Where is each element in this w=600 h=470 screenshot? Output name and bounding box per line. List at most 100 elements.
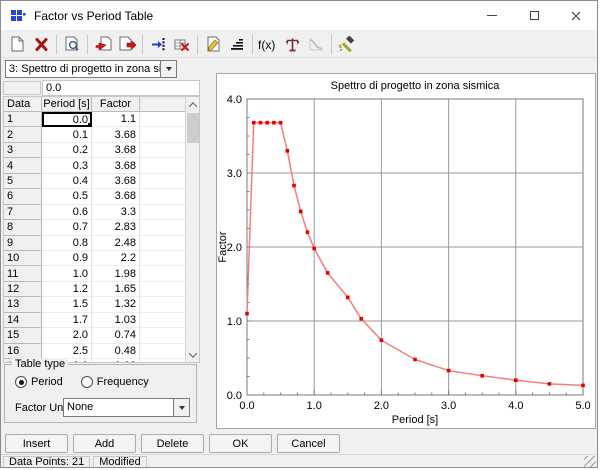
period-cell[interactable]: 0.4 [42, 174, 92, 189]
period-cell[interactable]: 0.0 [42, 112, 92, 127]
period-radio-label[interactable]: Period [31, 376, 63, 388]
export-table-button[interactable] [115, 33, 139, 56]
table-row[interactable]: 30.23.68 [4, 143, 199, 158]
delete-row-button[interactable] [170, 33, 194, 56]
factor-cell[interactable]: 3.68 [92, 143, 140, 158]
row-index-cell[interactable]: 9 [4, 236, 42, 251]
minimize-button[interactable] [471, 1, 513, 30]
row-index-cell[interactable]: 4 [4, 158, 42, 173]
cancel-button[interactable]: Cancel [277, 434, 340, 453]
new-table-button[interactable] [5, 33, 29, 56]
factor-unit-dropdown-button[interactable] [173, 399, 189, 416]
frequency-radio[interactable] [81, 376, 93, 388]
row-index-cell[interactable]: 13 [4, 297, 42, 312]
period-cell[interactable]: 0.1 [42, 127, 92, 142]
delete-button[interactable]: Delete [141, 434, 204, 453]
table-row[interactable]: 60.53.68 [4, 189, 199, 204]
close-button[interactable] [555, 1, 597, 30]
period-cell[interactable]: 2.0 [42, 328, 92, 343]
table-row[interactable]: 70.63.3 [4, 205, 199, 220]
row-index-cell[interactable]: 3 [4, 143, 42, 158]
curve-selector-combo[interactable]: 3: Spettro di progetto in zona sismica [5, 60, 177, 78]
titlebar[interactable]: Factor vs Period Table [1, 1, 597, 31]
row-index-cell[interactable]: 2 [4, 127, 42, 142]
add-button[interactable]: Add [73, 434, 136, 453]
edit-table-button[interactable] [201, 33, 225, 56]
plot-button-disabled[interactable] [304, 33, 328, 56]
print-preview-button[interactable] [60, 33, 84, 56]
insert-row-button[interactable] [146, 33, 170, 56]
factor-cell[interactable]: 1.98 [92, 266, 140, 281]
row-index-cell[interactable]: 14 [4, 313, 42, 328]
factor-unit-combo[interactable]: None [63, 398, 190, 417]
row-index-cell[interactable]: 16 [4, 344, 42, 359]
factor-cell[interactable]: 0.48 [92, 344, 140, 359]
maximize-button[interactable] [513, 1, 555, 30]
row-index-cell[interactable]: 5 [4, 174, 42, 189]
row-index-cell[interactable]: 8 [4, 220, 42, 235]
period-cell[interactable]: 0.3 [42, 158, 92, 173]
factor-cell[interactable]: 2.48 [92, 236, 140, 251]
scroll-up-button[interactable] [186, 97, 200, 112]
factor-cell[interactable]: 2.2 [92, 251, 140, 266]
table-row[interactable]: 80.72.83 [4, 220, 199, 235]
header-period[interactable]: Period [s] [42, 97, 92, 112]
table-row[interactable]: 20.13.68 [4, 127, 199, 142]
factor-cell[interactable]: 0.74 [92, 328, 140, 343]
table-row[interactable]: 90.82.48 [4, 236, 199, 251]
factor-cell[interactable]: 3.68 [92, 189, 140, 204]
row-index-cell[interactable]: 1 [4, 112, 42, 127]
import-table-button[interactable] [91, 33, 115, 56]
curve-selector-dropdown-button[interactable] [160, 61, 176, 77]
table-row[interactable]: 50.43.68 [4, 174, 199, 189]
factor-cell[interactable]: 3.68 [92, 174, 140, 189]
period-cell[interactable]: 0.7 [42, 220, 92, 235]
row-index-cell[interactable]: 6 [4, 189, 42, 204]
table-row[interactable]: 121.21.65 [4, 282, 199, 297]
table-row[interactable]: 141.71.03 [4, 313, 199, 328]
scrollbar-thumb[interactable] [187, 113, 199, 143]
table-row[interactable]: 152.00.74 [4, 328, 199, 343]
header-data[interactable]: Data [4, 97, 42, 112]
table-scrollbar[interactable] [185, 97, 199, 362]
table-row[interactable]: 40.33.68 [4, 158, 199, 173]
tools-button[interactable] [335, 33, 359, 56]
period-cell[interactable]: 0.8 [42, 236, 92, 251]
table-row[interactable]: 131.51.32 [4, 297, 199, 312]
period-cell[interactable]: 0.2 [42, 143, 92, 158]
scroll-down-button[interactable] [186, 347, 200, 362]
row-index-cell[interactable]: 15 [4, 328, 42, 343]
period-cell[interactable]: 0.5 [42, 189, 92, 204]
delete-table-button[interactable] [29, 33, 53, 56]
row-index-cell[interactable]: 11 [4, 266, 42, 281]
period-radio[interactable] [15, 376, 27, 388]
table-row[interactable]: 100.92.2 [4, 251, 199, 266]
factor-cell[interactable]: 1.32 [92, 297, 140, 312]
factor-cell[interactable]: 1.65 [92, 282, 140, 297]
sort-button[interactable] [225, 33, 249, 56]
ok-button[interactable]: OK [209, 434, 272, 453]
table-row[interactable]: 10.01.1 [4, 112, 199, 127]
period-cell[interactable]: 1.0 [42, 266, 92, 281]
period-cell[interactable]: 0.9 [42, 251, 92, 266]
factor-cell[interactable]: 0.33 [92, 359, 140, 363]
table-row[interactable]: 162.50.48 [4, 344, 199, 359]
factor-cell[interactable]: 1.1 [92, 112, 140, 127]
row-index-cell[interactable]: 10 [4, 251, 42, 266]
factor-cell[interactable]: 2.83 [92, 220, 140, 235]
row-index-cell[interactable]: 7 [4, 205, 42, 220]
factor-cell[interactable]: 1.03 [92, 313, 140, 328]
period-cell[interactable]: 2.5 [42, 344, 92, 359]
period-cell[interactable]: 1.7 [42, 313, 92, 328]
unit-conversion-button[interactable] [280, 33, 304, 56]
factor-cell[interactable]: 3.68 [92, 127, 140, 142]
formula-button[interactable]: f(x) [256, 33, 280, 56]
insert-button[interactable]: Insert [5, 434, 68, 453]
factor-cell[interactable]: 3.3 [92, 205, 140, 220]
resize-grip[interactable] [584, 456, 596, 468]
period-cell[interactable]: 1.2 [42, 282, 92, 297]
factor-cell[interactable]: 3.68 [92, 158, 140, 173]
table-row[interactable]: 111.01.98 [4, 266, 199, 281]
row-index-cell[interactable]: 12 [4, 282, 42, 297]
header-factor[interactable]: Factor [92, 97, 140, 112]
